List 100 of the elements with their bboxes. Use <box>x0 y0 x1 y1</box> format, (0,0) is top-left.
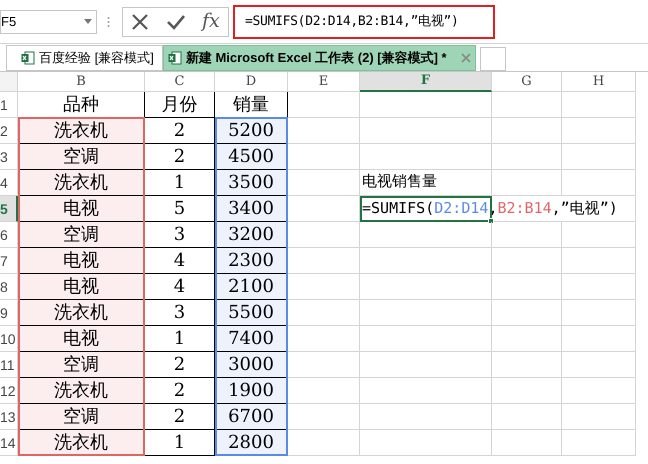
spreadsheet-cell[interactable]: 2800 <box>215 430 288 456</box>
spreadsheet-cell[interactable]: 销量 <box>215 92 288 118</box>
empty-cell[interactable] <box>360 118 492 144</box>
empty-cell[interactable] <box>360 222 492 248</box>
spreadsheet-cell[interactable]: 1 <box>145 326 215 352</box>
empty-cell[interactable] <box>562 274 636 300</box>
insert-function-button[interactable]: fx <box>202 7 220 36</box>
empty-cell[interactable] <box>360 378 492 404</box>
empty-cell[interactable] <box>360 248 492 274</box>
empty-cell[interactable] <box>492 352 562 378</box>
spreadsheet-cell[interactable]: 2 <box>145 144 215 170</box>
empty-cell[interactable] <box>562 326 636 352</box>
row-header[interactable]: 12 <box>0 378 18 404</box>
column-header[interactable]: D <box>215 72 288 92</box>
row-header[interactable]: 1 <box>0 92 18 118</box>
empty-cell[interactable] <box>492 144 562 170</box>
empty-cell[interactable] <box>492 274 562 300</box>
name-box[interactable]: F5 <box>0 10 97 34</box>
spreadsheet-cell[interactable]: 2 <box>145 404 215 430</box>
spreadsheet-cell[interactable]: 4500 <box>215 144 288 170</box>
spreadsheet-cell[interactable]: 1 <box>145 170 215 196</box>
empty-cell[interactable] <box>360 430 492 456</box>
empty-cell[interactable] <box>562 352 636 378</box>
select-all-corner[interactable] <box>0 72 18 92</box>
column-header[interactable]: E <box>288 72 360 92</box>
column-header[interactable]: B <box>18 72 145 92</box>
empty-cell[interactable] <box>492 92 562 118</box>
spreadsheet-cell[interactable]: 7400 <box>215 326 288 352</box>
spreadsheet-cell[interactable]: 6700 <box>215 404 288 430</box>
row-header[interactable]: 11 <box>0 352 18 378</box>
fill-handle[interactable] <box>488 218 494 224</box>
spreadsheet-cell[interactable]: 空调 <box>18 222 145 248</box>
row-header[interactable]: 8 <box>0 274 18 300</box>
empty-cell[interactable] <box>360 92 492 118</box>
empty-cell[interactable] <box>492 430 562 456</box>
column-header[interactable]: C <box>145 72 215 92</box>
empty-cell[interactable] <box>492 404 562 430</box>
spreadsheet-cell[interactable]: 洗衣机 <box>18 170 145 196</box>
empty-cell[interactable] <box>562 118 636 144</box>
empty-cell[interactable] <box>562 430 636 456</box>
empty-cell[interactable] <box>492 300 562 326</box>
column-header[interactable]: G <box>492 72 562 92</box>
row-header[interactable]: 4 <box>0 170 18 196</box>
spreadsheet-cell[interactable]: 2 <box>145 352 215 378</box>
empty-cell[interactable] <box>360 274 492 300</box>
close-icon[interactable] <box>131 12 150 30</box>
spreadsheet-cell[interactable]: 品种 <box>18 92 145 118</box>
spreadsheet-cell[interactable]: 空调 <box>18 352 145 378</box>
spreadsheet-cell[interactable]: 3 <box>145 300 215 326</box>
check-icon[interactable] <box>166 14 186 30</box>
empty-cell[interactable] <box>562 378 636 404</box>
spreadsheet-cell[interactable]: 2100 <box>215 274 288 300</box>
spreadsheet-cell[interactable]: 洗衣机 <box>18 118 145 144</box>
spreadsheet-cell[interactable]: 洗衣机 <box>18 378 145 404</box>
spreadsheet-cell[interactable]: 3 <box>145 222 215 248</box>
empty-cell[interactable] <box>492 326 562 352</box>
new-tab-button[interactable] <box>480 47 506 71</box>
empty-cell[interactable] <box>360 144 492 170</box>
empty-cell[interactable] <box>562 144 636 170</box>
spreadsheet-cell[interactable]: 洗衣机 <box>18 300 145 326</box>
spreadsheet-cell[interactable]: 1900 <box>215 378 288 404</box>
spreadsheet-cell[interactable]: 5500 <box>215 300 288 326</box>
row-header[interactable]: 2 <box>0 118 18 144</box>
workbook-tab[interactable]: 百度经验 [兼容模式] <box>6 45 163 71</box>
column-header[interactable]: H <box>562 72 636 92</box>
spreadsheet-cell[interactable]: 4 <box>145 248 215 274</box>
spreadsheet-cell[interactable]: 电视销售量 <box>360 170 492 196</box>
empty-cell[interactable] <box>360 300 492 326</box>
spreadsheet-cell[interactable]: 5 <box>145 196 215 222</box>
empty-cell[interactable] <box>492 170 562 196</box>
spreadsheet-cell[interactable]: 电视 <box>18 274 145 300</box>
empty-cell[interactable] <box>562 248 636 274</box>
row-header[interactable]: 3 <box>0 144 18 170</box>
empty-cell[interactable] <box>492 222 562 248</box>
empty-cell[interactable] <box>360 326 492 352</box>
spreadsheet-cell[interactable]: 空调 <box>18 404 145 430</box>
empty-cell[interactable] <box>562 300 636 326</box>
spreadsheet-cell[interactable]: 3400 <box>215 196 288 222</box>
row-header[interactable]: 14 <box>0 430 18 456</box>
formula-field[interactable]: =SUMIFS(D2:D14,B2:B14,”电视”) <box>233 4 495 38</box>
empty-cell[interactable] <box>562 170 636 196</box>
spreadsheet-cell[interactable]: 2 <box>145 378 215 404</box>
spreadsheet-cell[interactable]: 5200 <box>215 118 288 144</box>
drag-handle-icon[interactable] <box>107 16 110 28</box>
empty-cell[interactable] <box>562 92 636 118</box>
row-header[interactable]: 10 <box>0 326 18 352</box>
empty-cell[interactable] <box>492 248 562 274</box>
row-header[interactable]: 13 <box>0 404 18 430</box>
row-header[interactable]: 7 <box>0 248 18 274</box>
row-header[interactable]: 5 <box>0 196 18 222</box>
row-header[interactable]: 9 <box>0 300 18 326</box>
spreadsheet-cell[interactable]: 3500 <box>215 170 288 196</box>
empty-cell[interactable] <box>562 222 636 248</box>
empty-cell[interactable] <box>562 404 636 430</box>
spreadsheet-cell[interactable]: 4 <box>145 274 215 300</box>
spreadsheet-cell[interactable]: 电视 <box>18 248 145 274</box>
column-header[interactable]: F <box>360 72 492 92</box>
spreadsheet-cell[interactable]: 3200 <box>215 222 288 248</box>
empty-cell[interactable] <box>288 92 360 118</box>
row-header[interactable]: 6 <box>0 222 18 248</box>
